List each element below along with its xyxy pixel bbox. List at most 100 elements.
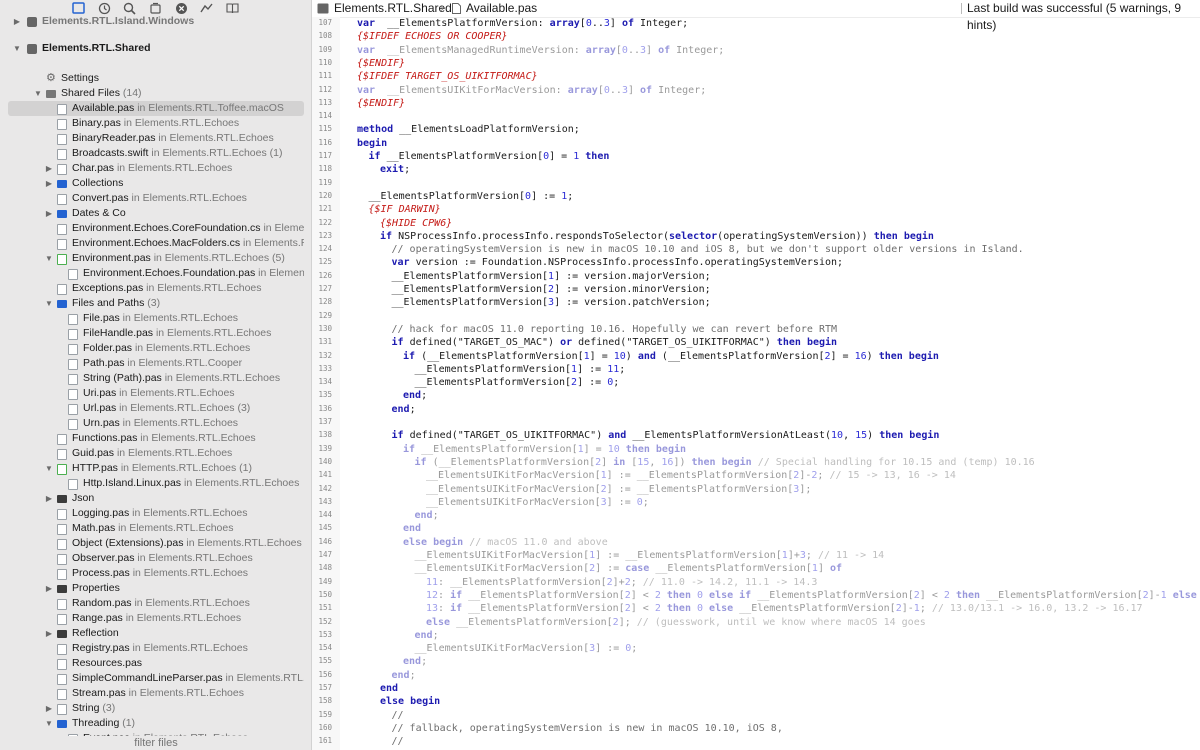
file-tree-item[interactable]: Folder.pas in Elements.RTL.Echoes (8, 341, 304, 356)
line-number: 111 (318, 71, 332, 81)
file-location: (1) (119, 717, 136, 729)
code-line: {$ENDIF} (357, 57, 406, 69)
disclosure-open-icon[interactable]: ▼ (33, 86, 43, 101)
file-tree-item[interactable]: Resources.pas (8, 656, 304, 671)
file-tree-item[interactable]: Environment.Echoes.CoreFoundation.cs in … (8, 221, 304, 236)
disclosure-closed-icon[interactable]: ▶ (12, 14, 22, 29)
file-tree-item[interactable]: Url.pas in Elements.RTL.Echoes (3) (8, 401, 304, 416)
file-tree-item[interactable]: Environment.Echoes.MacFolders.cs in Elem… (8, 236, 304, 251)
file-name: Path.pas (83, 357, 125, 369)
disclosure-closed-icon[interactable]: ▶ (44, 206, 54, 221)
breadcrumb-file[interactable]: Available.pas (466, 0, 537, 17)
file-tree-item[interactable]: Broadcasts.swift in Elements.RTL.Echoes … (8, 146, 304, 161)
file-tree-item-label: Logging.pas in Elements.RTL.Echoes (72, 506, 248, 521)
disclosure-open-icon[interactable]: ▼ (12, 41, 22, 56)
file-location: in Elements.RTL.Echoes (116, 387, 235, 399)
file-tree-item[interactable]: Urn.pas in Elements.RTL.Echoes (8, 416, 304, 431)
project-icon (27, 44, 37, 54)
file-tree-item[interactable]: Observer.pas in Elements.RTL.Echoes (8, 551, 304, 566)
file-tree-item[interactable]: SimpleCommandLineParser.pas in Elements.… (8, 671, 304, 686)
file-tree-item-label: Process.pas in Elements.RTL.Echoes (72, 566, 248, 581)
code-line: var __ElementsUIKitForMacVersion: array[… (357, 84, 707, 96)
file-tree-item[interactable]: Math.pas in Elements.RTL.Echoes (8, 521, 304, 536)
disclosure-open-icon[interactable]: ▼ (44, 716, 54, 731)
file-tree-item[interactable]: Random.pas in Elements.RTL.Echoes (8, 596, 304, 611)
file-tree-item[interactable]: FileHandle.pas in Elements.RTL.Echoes (8, 326, 304, 341)
code-line: if defined("TARGET_OS_UIKITFORMAC") and … (391, 430, 940, 442)
file-tree-item[interactable]: Logging.pas in Elements.RTL.Echoes (8, 506, 304, 521)
file-tree-item[interactable]: BinaryReader.pas in Elements.RTL.Echoes (8, 131, 304, 146)
file-tree-item[interactable]: ▶ Dates & Co (8, 206, 304, 221)
file-tree-item[interactable]: ▶ Json (8, 491, 304, 506)
disclosure-closed-icon[interactable]: ▶ (44, 581, 54, 596)
file-name: SimpleCommandLineParser.pas (72, 672, 223, 684)
file-tree-item[interactable]: Functions.pas in Elements.RTL.Echoes (8, 431, 304, 446)
file-tree-item-label: Settings (61, 71, 99, 86)
code-area[interactable]: var __ElementsPlatformVersion: array[0..… (340, 17, 1200, 750)
file-tree-item[interactable]: Available.pas in Elements.RTL.Toffee.mac… (8, 101, 304, 116)
code-line: end; (403, 656, 428, 668)
line-number: 123 (318, 230, 332, 240)
line-number: 113 (318, 97, 332, 107)
line-number: 139 (318, 443, 332, 453)
disclosure-open-icon[interactable]: ▼ (44, 251, 54, 266)
file-icon (68, 359, 78, 370)
line-number: 118 (318, 164, 332, 174)
disclosure-open-icon[interactable]: ▼ (44, 296, 54, 311)
code-line: if __ElementsPlatformVersion[0] = 1 then (368, 151, 610, 162)
file-tree-item[interactable]: ▼ Files and Paths (3) (8, 296, 304, 311)
file-tree-item-label: Threading (1) (72, 716, 135, 731)
file-tree-item[interactable]: File.pas in Elements.RTL.Echoes (8, 311, 304, 326)
file-tree-item[interactable]: Http.Island.Linux.pas in Elements.RTL.Ec… (8, 476, 304, 491)
disclosure-closed-icon[interactable]: ▶ (44, 491, 54, 506)
file-tree-item[interactable]: ▼ Threading (1) (8, 716, 304, 731)
file-tree-item[interactable]: ▶ Char.pas in Elements.RTL.Echoes (8, 161, 304, 176)
code-line: {$IFDEF TARGET_OS_UIKITFORMAC} (357, 71, 538, 83)
file-tree-item[interactable]: Process.pas in Elements.RTL.Echoes (8, 566, 304, 581)
file-name: String (72, 702, 100, 714)
file-tree-item[interactable]: Convert.pas in Elements.RTL.Echoes (8, 191, 304, 206)
file-tree-item[interactable]: Path.pas in Elements.RTL.Cooper (8, 356, 304, 371)
file-tree-item[interactable]: ▼ Environment.pas in Elements.RTL.Echoes … (8, 251, 304, 266)
file-tree-item[interactable]: ▼ Shared Files (14) (8, 86, 304, 101)
disclosure-closed-icon[interactable]: ▶ (44, 626, 54, 641)
file-tree-item[interactable]: Stream.pas in Elements.RTL.Echoes (8, 686, 304, 701)
file-tree-item[interactable]: Uri.pas in Elements.RTL.Echoes (8, 386, 304, 401)
file-tree-item[interactable]: Range.pas in Elements.RTL.Echoes (8, 611, 304, 626)
file-tree-item[interactable]: Object (Extensions).pas in Elements.RTL.… (8, 536, 304, 551)
file-name: Threading (72, 717, 120, 729)
file-tree-item[interactable]: Guid.pas in Elements.RTL.Echoes (8, 446, 304, 461)
file-tree-item[interactable]: Registry.pas in Elements.RTL.Echoes (8, 641, 304, 656)
file-tree-item[interactable]: ▶ Properties (8, 581, 304, 596)
file-icon (452, 3, 461, 14)
file-tree-item[interactable]: String (Path).pas in Elements.RTL.Echoes (8, 371, 304, 386)
disclosure-closed-icon[interactable]: ▶ (44, 161, 54, 176)
file-tree-item-label: Broadcasts.swift in Elements.RTL.Echoes … (72, 146, 282, 161)
file-name: Binary.pas (72, 117, 121, 129)
code-line: method __ElementsLoadPlatformVersion; (357, 124, 580, 136)
disclosure-closed-icon[interactable]: ▶ (44, 701, 54, 716)
code-line: __ElementsUIKitForMacVersion[2] := __Ele… (426, 483, 812, 495)
file-location: in Elements.RTL.Echoes (131, 597, 250, 609)
file-icon (57, 554, 67, 565)
code-line: // (391, 709, 404, 721)
file-tree-item[interactable]: ▶ String (3) (8, 701, 304, 716)
line-number: 121 (318, 204, 332, 214)
project-node-shared[interactable]: ▼ Elements.RTL.Shared (8, 41, 304, 56)
breadcrumb-project[interactable]: Elements.RTL.Shared (334, 0, 452, 17)
file-tree-item[interactable]: Exceptions.pas in Elements.RTL.Echoes (8, 281, 304, 296)
divider (961, 3, 962, 14)
file-tree-item[interactable]: Binary.pas in Elements.RTL.Echoes (8, 116, 304, 131)
disclosure-open-icon[interactable]: ▼ (44, 461, 54, 476)
code-line: __ElementsPlatformVersion[2] := 0; (414, 377, 620, 389)
code-line: var version := Foundation.NSProcessInfo.… (391, 257, 844, 269)
project-node-island-windows[interactable]: ▶ Elements.RTL.Island.Windows (8, 14, 304, 29)
folder-icon (57, 720, 67, 728)
file-tree-item[interactable]: ⚙ Settings (8, 71, 304, 86)
disclosure-closed-icon[interactable]: ▶ (44, 176, 54, 191)
file-tree-item[interactable]: ▼ HTTP.pas in Elements.RTL.Echoes (1) (8, 461, 304, 476)
file-tree-item[interactable]: ▶ Collections (8, 176, 304, 191)
file-tree-item[interactable]: Environment.Echoes.Foundation.pas in Ele… (8, 266, 304, 281)
file-tree-item[interactable]: ▶ Reflection (8, 626, 304, 641)
filter-files-input[interactable] (56, 736, 256, 749)
